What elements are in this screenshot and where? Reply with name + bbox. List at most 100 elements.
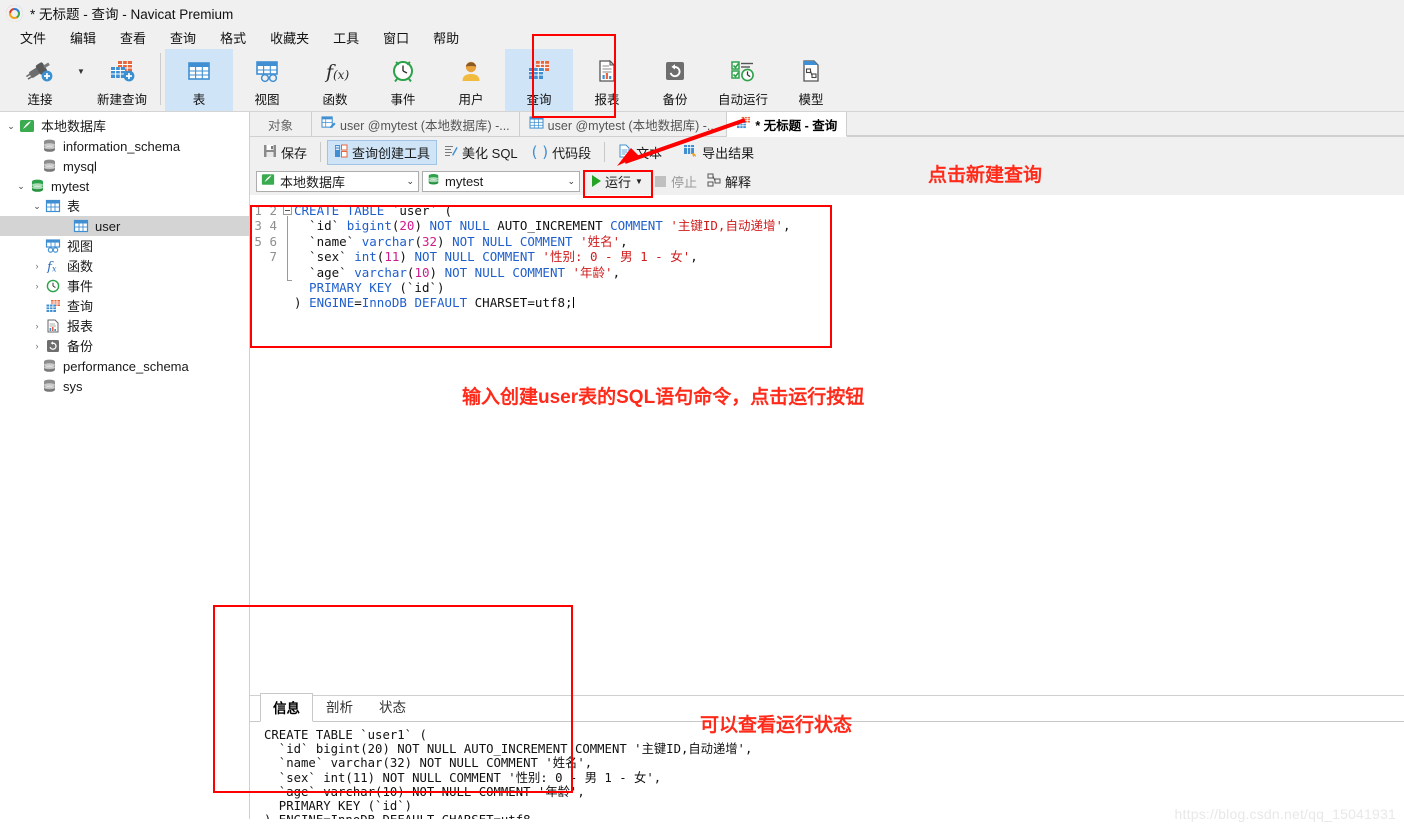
- menu-item-window[interactable]: 窗口: [371, 26, 421, 49]
- query-builder-button[interactable]: 查询创建工具: [327, 139, 438, 165]
- tree-node-performance-schema[interactable]: performance_schema: [0, 356, 249, 376]
- ribbon-button-automation[interactable]: 自动运行: [709, 49, 777, 111]
- ribbon-button-backup[interactable]: 备份: [641, 49, 709, 111]
- tree-node-tables[interactable]: ⌄ 表: [0, 196, 249, 216]
- ribbon-button-user[interactable]: 用户: [437, 49, 505, 111]
- sql-code-area[interactable]: CREATE TABLE `user` ( `id` bigint(20) NO…: [294, 195, 1404, 533]
- event-clock-icon: [44, 278, 62, 294]
- database-select[interactable]: mytest ⌄: [422, 170, 580, 192]
- ribbon-button-function[interactable]: f (x) 函数: [301, 49, 369, 111]
- text-button[interactable]: 文本: [611, 140, 669, 165]
- tree-node-views[interactable]: 视图: [0, 236, 249, 256]
- ribbon-button-query[interactable]: 查询: [505, 49, 573, 111]
- tree-node-sys[interactable]: sys: [0, 376, 249, 396]
- export-result-icon: [683, 144, 698, 161]
- ribbon-button-report[interactable]: 报表: [573, 49, 641, 111]
- tree-node-local-db[interactable]: ⌄ 本地数据库: [0, 116, 249, 136]
- fold-toggle-icon[interactable]: [283, 206, 292, 215]
- tab-user-design[interactable]: user @mytest (本地数据库) -...: [312, 112, 520, 136]
- save-button[interactable]: 保存: [256, 140, 314, 165]
- run-button[interactable]: 运行 ▼: [586, 170, 649, 193]
- export-result-button[interactable]: 导出结果: [669, 140, 761, 165]
- menu-item-help[interactable]: 帮助: [421, 26, 471, 49]
- chevron-right-icon[interactable]: ›: [30, 341, 44, 351]
- play-triangle-icon: [592, 175, 601, 187]
- menu-item-format[interactable]: 格式: [208, 26, 258, 49]
- chevron-down-icon[interactable]: ⌄: [559, 176, 575, 187]
- database-gray-icon: [40, 158, 58, 174]
- tab-user-data[interactable]: user @mytest (本地数据库) -...: [520, 112, 728, 136]
- stop-button-label: 停止: [670, 174, 697, 190]
- database-select-value: mytest: [445, 173, 484, 189]
- database-green-icon: [28, 178, 46, 194]
- chevron-down-icon[interactable]: ⌄: [398, 176, 414, 187]
- tab-strip-filler: [847, 112, 1404, 136]
- chevron-right-icon[interactable]: ›: [30, 261, 44, 271]
- tree-node-mytest[interactable]: ⌄ mytest: [0, 176, 249, 196]
- tree-label: 表: [67, 198, 81, 214]
- menu-item-favorites[interactable]: 收藏夹: [258, 26, 321, 49]
- code-fold-column[interactable]: [281, 195, 294, 533]
- ribbon-label-connection: 连接: [27, 93, 53, 107]
- tab-untitled-query[interactable]: * 无标题 - 查询: [727, 112, 848, 137]
- svg-text:x: x: [52, 265, 57, 274]
- tab-label: user @mytest (本地数据库) -...: [547, 118, 718, 133]
- menu-item-file[interactable]: 文件: [8, 26, 58, 49]
- tree-node-mysql[interactable]: mysql: [0, 156, 249, 176]
- results-panel: 信息 剖析 状态 CREATE TABLE `user1` ( `id` big…: [250, 692, 1404, 819]
- connection-dropdown-arrow-icon[interactable]: ▼: [74, 49, 88, 111]
- tree-node-queries[interactable]: 查询: [0, 296, 249, 316]
- results-tab-label: 信息: [273, 701, 300, 716]
- results-tab-info[interactable]: 信息: [260, 693, 313, 722]
- menu-item-view[interactable]: 查看: [108, 26, 158, 49]
- chevron-down-icon[interactable]: ⌄: [30, 201, 44, 212]
- ribbon-label-view: 视图: [254, 93, 280, 107]
- tree-label: information_schema: [63, 138, 181, 154]
- query-icon: [524, 55, 554, 86]
- beautify-sql-button[interactable]: 美化 SQL: [437, 140, 525, 165]
- line-numbers: 1 2 3 4 5 6 7: [254, 203, 277, 265]
- run-group: 运行 ▼ 停止 解释: [586, 170, 755, 193]
- chevron-down-icon[interactable]: ⌄: [14, 181, 28, 192]
- results-tab-label: 状态: [379, 700, 406, 715]
- tree-node-functions[interactable]: › fx 函数: [0, 256, 249, 276]
- main-body: ⌄ 本地数据库 information_schema mysql ⌄ mytes…: [0, 112, 1404, 819]
- sql-editor[interactable]: 1 2 3 4 5 6 7 CREATE TABLE `user` ( `id`…: [250, 195, 1404, 533]
- chevron-down-icon[interactable]: ⌄: [4, 121, 18, 132]
- ribbon-button-view[interactable]: 视图: [233, 49, 301, 111]
- tree-node-events[interactable]: › 事件: [0, 276, 249, 296]
- run-dropdown-arrow-icon[interactable]: ▼: [635, 177, 643, 186]
- menu-item-query[interactable]: 查询: [158, 26, 208, 49]
- save-button-label: 保存: [281, 145, 308, 161]
- tree-label: 查询: [67, 298, 94, 314]
- tree-node-user-table[interactable]: user: [0, 216, 249, 236]
- menu-item-edit[interactable]: 编辑: [58, 26, 108, 49]
- results-tab-profile[interactable]: 剖析: [313, 692, 366, 721]
- report-icon: [44, 318, 62, 334]
- navicat-logo-icon: [6, 4, 23, 22]
- explain-button[interactable]: 解释: [703, 170, 755, 193]
- menu-bar: 文件 编辑 查看 查询 格式 收藏夹 工具 窗口 帮助: [0, 26, 1404, 49]
- event-clock-icon: [388, 55, 418, 86]
- ribbon-button-connection[interactable]: 连接: [6, 49, 74, 111]
- chevron-right-icon[interactable]: ›: [30, 281, 44, 291]
- tree-node-backups[interactable]: › 备份: [0, 336, 249, 356]
- object-tree-sidebar[interactable]: ⌄ 本地数据库 information_schema mysql ⌄ mytes…: [0, 112, 250, 819]
- tree-node-information-schema[interactable]: information_schema: [0, 136, 249, 156]
- menu-item-tools[interactable]: 工具: [321, 26, 371, 49]
- results-tab-status[interactable]: 状态: [366, 692, 419, 721]
- ribbon-button-event[interactable]: 事件: [369, 49, 437, 111]
- ribbon-button-new-query[interactable]: 新建查询: [88, 49, 156, 111]
- chevron-right-icon[interactable]: ›: [30, 321, 44, 331]
- code-snippet-button[interactable]: ( ) 代码段: [525, 140, 599, 165]
- database-gray-icon: [40, 358, 58, 374]
- ribbon-button-model[interactable]: 模型: [777, 49, 845, 111]
- ribbon-label-table: 表: [192, 93, 206, 107]
- ribbon-button-table[interactable]: 表: [165, 49, 233, 111]
- database-green-icon: [427, 173, 440, 189]
- tree-node-reports[interactable]: › 报表: [0, 316, 249, 336]
- tab-objects[interactable]: 对象: [250, 112, 313, 136]
- code-snippet-label: 代码段: [552, 145, 592, 161]
- connection-select[interactable]: 本地数据库 ⌄: [256, 170, 419, 192]
- query-builder-icon: [334, 144, 348, 161]
